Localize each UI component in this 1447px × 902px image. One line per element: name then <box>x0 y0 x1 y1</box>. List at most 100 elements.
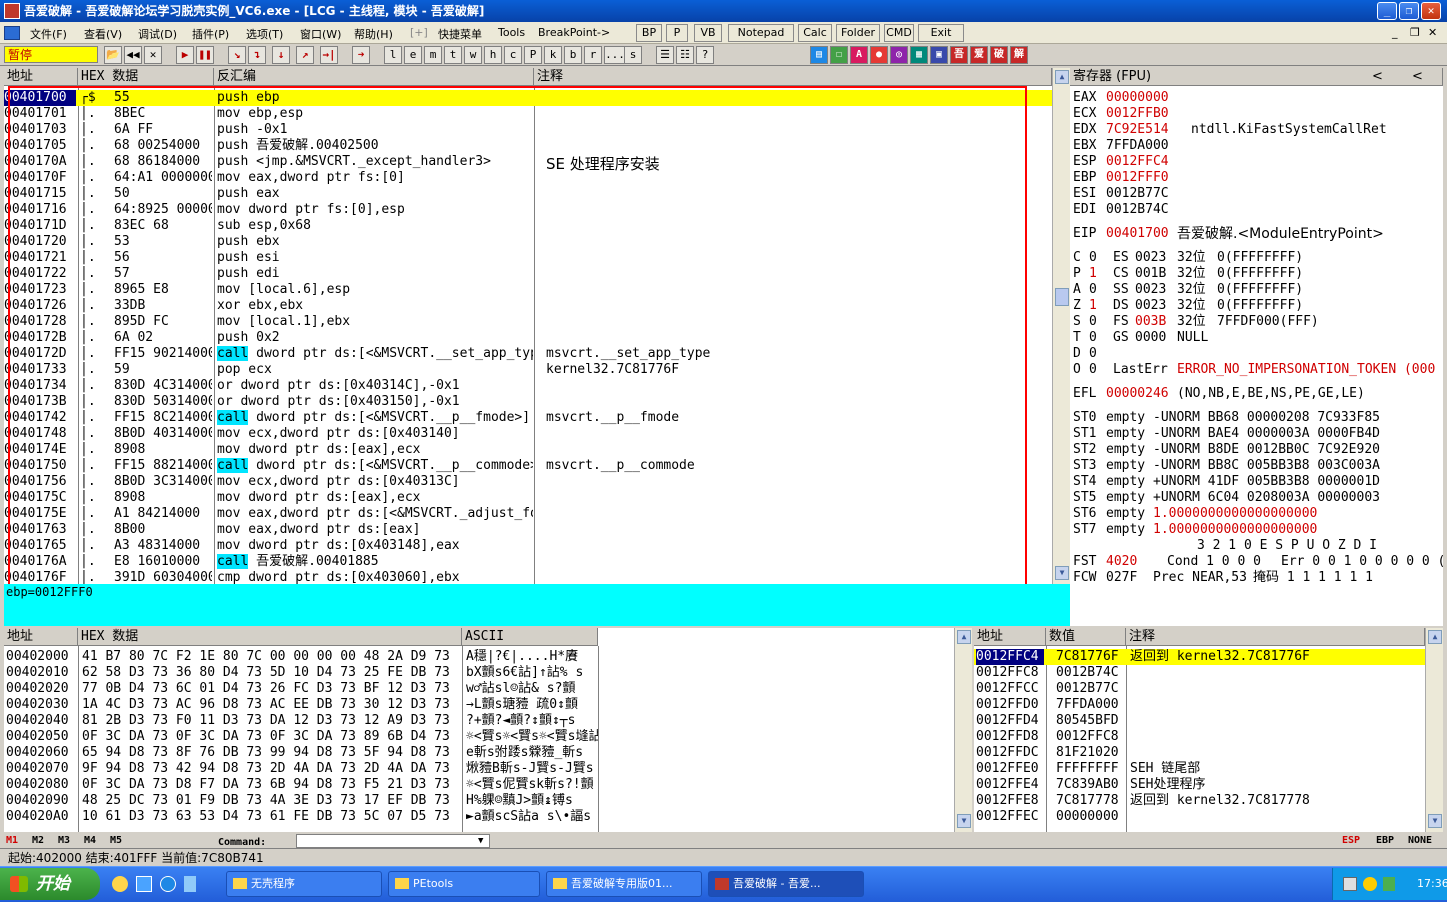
disasm-row[interactable]: 00401703 │. 6A FF push -0x1 <box>4 122 1052 138</box>
stack-address[interactable]: 0012FFE4 <box>976 777 1044 793</box>
stack-address[interactable]: 0012FFD0 <box>976 697 1044 713</box>
register-value[interactable]: 027F <box>1106 570 1137 586</box>
mdi-minimize[interactable]: _ <box>1392 26 1398 39</box>
row-address[interactable]: 0040172B <box>4 330 76 346</box>
flag-value[interactable]: 1 <box>1089 298 1097 314</box>
trace-over-icon[interactable]: ↗ <box>296 46 314 64</box>
register-value[interactable]: 7FFDA000 <box>1106 138 1169 154</box>
menu-expand[interactable]: [+] <box>410 26 428 39</box>
security-icon[interactable] <box>1363 877 1377 891</box>
row-address[interactable]: 00401742 <box>4 410 76 426</box>
stack-address[interactable]: 0012FFE8 <box>976 793 1044 809</box>
flag-value[interactable]: 0 <box>1089 282 1097 298</box>
dump-address[interactable]: 00402090 <box>6 793 78 809</box>
dump-col-address[interactable]: 地址 <box>4 628 78 646</box>
bp-button[interactable]: BP <box>636 24 662 42</box>
patches-button[interactable]: P <box>524 46 542 64</box>
title-bar[interactable]: 吾爱破解 - 吾爱破解论坛学习脱壳实例_VC6.exe - [LCG - 主线程… <box>0 0 1447 22</box>
row-address[interactable]: 00401748 <box>4 426 76 442</box>
dump-row[interactable]: 00402000 41 B7 80 7C F2 1E 80 7C 00 00 00… <box>4 649 954 665</box>
menu-breakpoint[interactable]: BreakPoint-> <box>538 26 610 39</box>
dump-address[interactable]: 00402010 <box>6 665 78 681</box>
folder-button[interactable]: Folder <box>836 24 880 42</box>
fpu-value[interactable]: -UNORM BB68 00000208 7C933F85 <box>1153 410 1380 426</box>
row-address[interactable]: 00401722 <box>4 266 76 282</box>
dump-col-hex[interactable]: HEX 数据 <box>78 628 462 646</box>
registers-body[interactable]: EAX 00000000 ECX 0012FFB0 EDX 7C92E514 ntdll.K… <box>1073 90 1443 626</box>
disasm-row[interactable]: 00401728 │. 895D FC mov [local.1],ebx <box>4 314 1052 330</box>
stack-row[interactable]: 0012FFE4 7C839AB0 SEH处理程序 <box>974 777 1425 793</box>
trace-into-icon[interactable]: ↓ <box>272 46 290 64</box>
stack-row[interactable]: 0012FFE8 7C817778 返回到 kernel32.7C817778 <box>974 793 1425 809</box>
flag-row[interactable]: O 0 LastErr ERROR_NO_IMPERSONATION_TOKEN (0… <box>1073 362 1441 378</box>
minimize-button[interactable]: _ <box>1377 2 1397 20</box>
disasm-row[interactable]: 00401701 │. 8BEC mov ebp,esp <box>4 106 1052 122</box>
close-button[interactable]: ✕ <box>1421 2 1441 20</box>
register-row[interactable]: EAX 00000000 <box>1073 90 1441 106</box>
menu-shortcuts[interactable]: 快捷菜单 <box>438 26 482 42</box>
dump-list[interactable]: 00402000 41 B7 80 7C F2 1E 80 7C 00 00 00… <box>4 649 954 832</box>
menu-tools[interactable]: Tools <box>498 26 525 39</box>
plugin-target-icon[interactable]: ◎ <box>890 46 908 64</box>
row-address[interactable]: 00401756 <box>4 474 76 490</box>
stack-address[interactable]: 0012FFC8 <box>976 665 1044 681</box>
row-address[interactable]: 00401763 <box>4 522 76 538</box>
disasm-row[interactable]: 0040170F │. 64:A1 00000000 mov eax,dword pt… <box>4 170 1052 186</box>
plugin-wu-icon[interactable]: 吾 <box>950 46 968 64</box>
run-trace-button[interactable]: ... <box>604 46 626 64</box>
stack-col-address[interactable]: 地址 <box>974 628 1046 646</box>
task-debugger[interactable]: 吾爱破解 - 吾爱... <box>708 871 864 897</box>
start-button[interactable]: 开始 <box>0 868 100 900</box>
disasm-row[interactable]: 00401734 │. 830D 4C314000 FF or dword ptr d… <box>4 378 1052 394</box>
cmd-button[interactable]: CMD <box>884 24 914 42</box>
flag-row[interactable]: C 0 ES 0023 32位 0(FFFFFFFF) <box>1073 250 1441 266</box>
flag-value[interactable]: 1 <box>1089 266 1097 282</box>
fpu-value[interactable]: -UNORM B8DE 0012BB0C 7C92E920 <box>1153 442 1380 458</box>
disasm-row[interactable]: 0040174E │. 8908 mov dword ptr ds:[eax],ecx <box>4 442 1052 458</box>
register-value[interactable]: 0012B77C <box>1106 186 1169 202</box>
dump-address[interactable]: 004020A0 <box>6 809 78 825</box>
menu-view[interactable]: 查看(V) <box>84 26 122 42</box>
goto-icon[interactable]: ➜ <box>352 46 370 64</box>
row-address[interactable]: 00401728 <box>4 314 76 330</box>
disasm-row[interactable]: 0040175E │. A1 84214000 mov eax,dword ptr d… <box>4 506 1052 522</box>
row-address[interactable]: 00401726 <box>4 298 76 314</box>
row-address[interactable]: 0040170A <box>4 154 76 170</box>
stack-address[interactable]: 0012FFD4 <box>976 713 1044 729</box>
step-into-icon[interactable]: ↘ <box>228 46 246 64</box>
stack-row[interactable]: 0012FFC4 7C81776F 返回到 kernel32.7C81776F <box>974 649 1425 665</box>
flag-row[interactable]: P 1 CS 001B 32位 0(FFFFFFFF) <box>1073 266 1441 282</box>
flag-value[interactable]: 0 <box>1089 250 1097 266</box>
dump-row[interactable]: 004020A0 10 61 D3 73 63 53 D4 73 61 FE DB… <box>4 809 954 825</box>
disasm-row[interactable]: 0040173B │. 830D 50314000 FF or dword ptr d… <box>4 394 1052 410</box>
menu-debug[interactable]: 调试(D) <box>138 26 177 42</box>
dump-row[interactable]: 00402080 0F 3C DA 73 D8 F7 DA 73 6B 94 D8… <box>4 777 954 793</box>
flag-value[interactable]: 0 <box>1089 346 1097 362</box>
scroll-up-icon[interactable]: ▲ <box>957 630 971 644</box>
fpu-row[interactable]: ST4 empty +UNORM 41DF 005BB3B8 0000001D <box>1073 474 1441 490</box>
registers-header[interactable]: 寄存器 (FPU) < < <box>1070 68 1443 86</box>
stack-col-value[interactable]: 数值 <box>1046 628 1126 646</box>
ebp-toggle[interactable]: EBP <box>1376 834 1394 848</box>
stack-row[interactable]: 0012FFD4 80545BFD <box>974 713 1425 729</box>
calc-button[interactable]: Calc <box>798 24 832 42</box>
run-icon[interactable]: ▶ <box>176 46 194 64</box>
stack-address[interactable]: 0012FFE0 <box>976 761 1044 777</box>
media-icon[interactable] <box>184 876 196 892</box>
col-address[interactable]: 地址 <box>4 68 78 86</box>
maximize-button[interactable]: ❐ <box>1399 2 1419 20</box>
stack-row[interactable]: 0012FFDC 81F21020 <box>974 745 1425 761</box>
flag-value[interactable]: 0 <box>1089 314 1097 330</box>
stack-address[interactable]: 0012FFCC <box>976 681 1044 697</box>
dump-scrollbar[interactable]: ▲ ▼ <box>954 628 972 832</box>
disasm-row[interactable]: 0040170A │. 68 86184000 push <jmp.&MSVCRT._… <box>4 154 1052 172</box>
dump-address[interactable]: 00402020 <box>6 681 78 697</box>
exec-modules-button[interactable]: e <box>404 46 422 64</box>
row-address[interactable]: 00401750 <box>4 458 76 474</box>
disasm-row[interactable]: 00401716 │. 64:8925 00000000 mov dword ptr … <box>4 202 1052 218</box>
stack-pane[interactable]: 地址 数值 注释 0012FFC4 7C81776F 返回到 kernel32.7C… <box>974 628 1443 832</box>
breakpoints-button[interactable]: b <box>564 46 582 64</box>
fpu-value[interactable]: -UNORM BB8C 005BB3B8 003C003A <box>1153 458 1380 474</box>
plugin-list-icon[interactable]: ▤ <box>810 46 828 64</box>
row-address[interactable]: 00401715 <box>4 186 76 202</box>
